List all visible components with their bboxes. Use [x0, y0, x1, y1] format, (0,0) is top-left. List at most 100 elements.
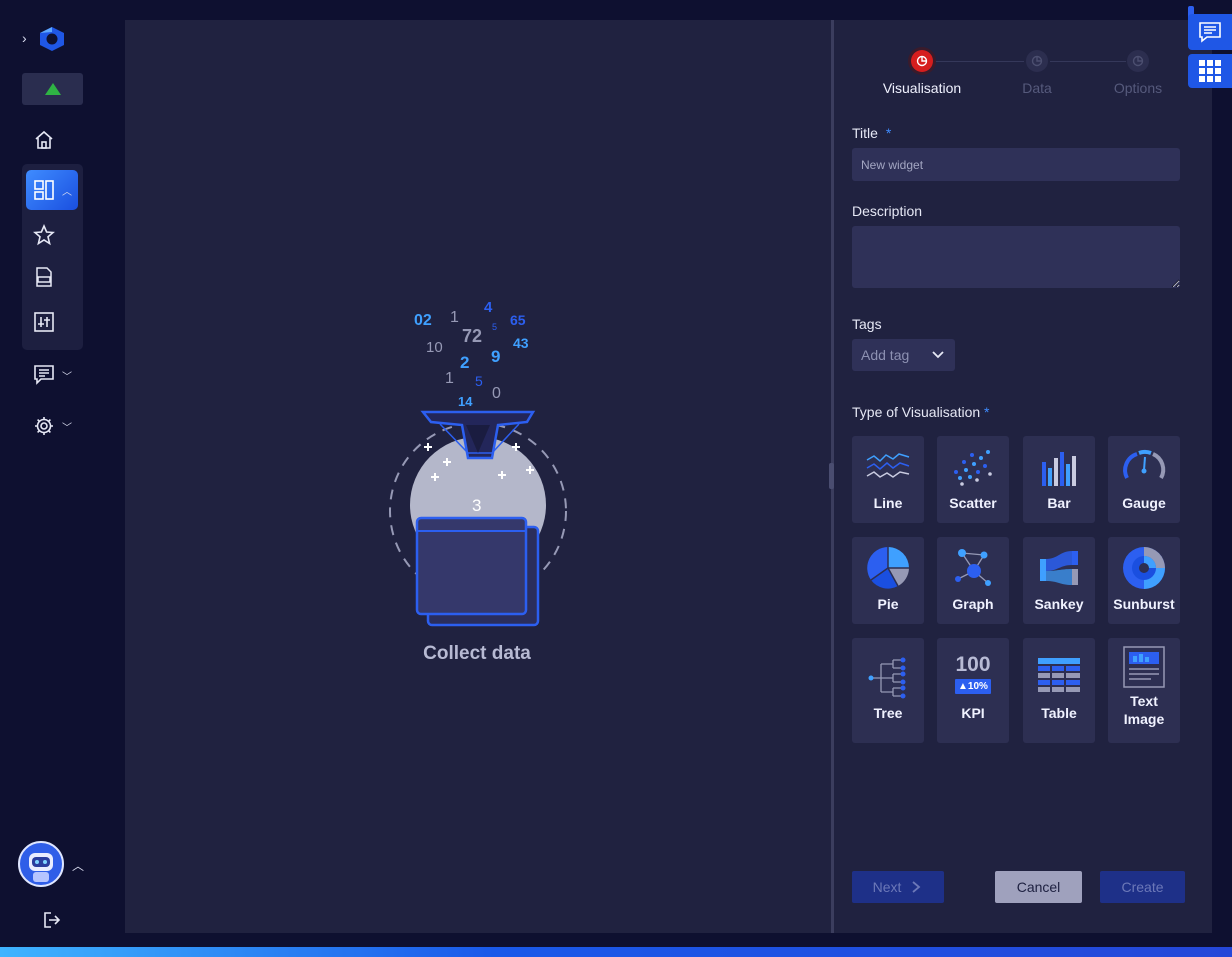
required-marker: *: [984, 404, 990, 420]
viz-type-line[interactable]: Line: [852, 436, 924, 523]
cancel-button[interactable]: Cancel: [995, 871, 1082, 903]
type-of-visualisation-label: Type of Visualisation *: [852, 404, 990, 420]
viz-type-text-image[interactable]: Text Image: [1108, 638, 1180, 743]
viz-type-label: KPI: [961, 705, 985, 721]
viz-type-label: Pie: [877, 596, 899, 612]
viz-type-table[interactable]: Table: [1023, 638, 1095, 743]
step-data[interactable]: Data: [1002, 50, 1072, 96]
viz-type-kpi[interactable]: 100 ▲10% KPI: [937, 638, 1009, 743]
viz-type-bar[interactable]: Bar: [1023, 436, 1095, 523]
title-label: Title *: [852, 125, 891, 141]
data-number: 5: [475, 373, 483, 389]
data-number: 43: [513, 335, 529, 351]
title-input[interactable]: [852, 148, 1180, 181]
viz-type-label: Gauge: [1122, 495, 1166, 511]
chevron-down-icon: [932, 351, 944, 359]
sliders-icon[interactable]: [32, 310, 56, 334]
viz-type-label: Sunburst: [1113, 596, 1175, 612]
result-number: 3: [472, 496, 481, 515]
data-number: 1: [445, 370, 454, 387]
viz-type-label: Tree: [873, 705, 903, 721]
viz-type-label: Bar: [1047, 495, 1071, 511]
next-button[interactable]: Next: [852, 871, 944, 903]
chevron-down-icon[interactable]: ﹀: [62, 368, 72, 383]
collect-data-illustration: 02 1 4 65 5 72 10 43 2 9 1 5 0 14 3: [389, 299, 567, 627]
viz-type-label: Table: [1041, 705, 1077, 721]
viz-type-scatter[interactable]: Scatter: [937, 436, 1009, 523]
step-label: Options: [1113, 80, 1163, 96]
data-number: 1: [450, 309, 459, 326]
data-number: 0: [492, 385, 501, 402]
data-number: 65: [510, 312, 526, 328]
logout-icon[interactable]: [40, 908, 64, 932]
step-label: Data: [1022, 80, 1052, 96]
avatar[interactable]: [18, 841, 64, 887]
home-icon[interactable]: [32, 128, 56, 152]
viz-type-graph[interactable]: Graph: [937, 537, 1009, 624]
kpi-icon: 100 ▲10%: [950, 654, 996, 700]
required-marker: *: [885, 125, 892, 141]
viz-type-gauge[interactable]: Gauge: [1108, 436, 1180, 523]
dashboard-icon: [32, 178, 56, 202]
collect-data-label: Collect data: [423, 643, 531, 664]
tree-icon: [868, 657, 906, 699]
viz-type-pie[interactable]: Pie: [852, 537, 924, 624]
description-textarea[interactable]: [852, 226, 1180, 288]
next-button-label: Next: [872, 879, 902, 895]
data-number: 5: [492, 322, 497, 332]
viz-type-tree[interactable]: Tree: [852, 638, 924, 743]
sidebar: › ︿ ﹀ ﹀ ︿: [0, 0, 104, 947]
app-logo[interactable]: [38, 26, 66, 52]
line-chart-icon: [866, 453, 910, 478]
kpi-value: 100: [955, 653, 991, 676]
scatter-chart-icon: [954, 450, 992, 486]
robot-icon: [29, 853, 53, 882]
raw-file-icon[interactable]: [32, 265, 56, 289]
reports-icon[interactable]: [32, 362, 56, 386]
chevron-down-icon[interactable]: ﹀: [62, 419, 72, 434]
pie-chart-icon: [867, 547, 909, 589]
chat-tool-button[interactable]: [1188, 14, 1232, 50]
chevron-up-icon[interactable]: ︿: [62, 183, 72, 198]
create-button[interactable]: Create: [1100, 871, 1185, 903]
table-icon: [1038, 658, 1080, 692]
sankey-icon: [1040, 551, 1078, 585]
data-number: 4: [484, 299, 493, 316]
viz-type-label: Text Image: [1123, 693, 1165, 727]
tags-label: Tags: [852, 316, 882, 332]
environment-indicator[interactable]: [22, 73, 83, 105]
graph-network-icon: [955, 549, 991, 586]
splitter-handle[interactable]: [829, 463, 834, 489]
star-icon[interactable]: [32, 223, 56, 247]
add-tag-dropdown[interactable]: Add tag: [852, 339, 955, 371]
viz-type-label: Sankey: [1034, 596, 1084, 612]
text-image-icon: [1123, 646, 1165, 688]
step-options[interactable]: Options: [1103, 50, 1173, 96]
kpi-delta-badge: ▲10%: [955, 679, 991, 694]
apps-tool-button[interactable]: [1188, 54, 1232, 88]
type-label-text: Type of Visualisation: [852, 404, 981, 420]
arrow-up-icon: [44, 83, 61, 95]
viz-type-sankey[interactable]: Sankey: [1023, 537, 1095, 624]
add-tag-label: Add tag: [861, 347, 910, 363]
step-visualisation[interactable]: Visualisation: [872, 50, 972, 96]
expand-sidebar-icon[interactable]: ›: [22, 30, 27, 46]
viz-type-label: Line: [873, 495, 903, 511]
bar-chart-icon: [1042, 452, 1076, 486]
bottom-accent-bar: [0, 947, 1232, 957]
data-number: 2: [460, 353, 469, 372]
options-step-icon: [1127, 50, 1149, 72]
viz-type-sunburst[interactable]: Sunburst: [1108, 537, 1180, 624]
sunburst-icon: [1123, 547, 1165, 589]
gear-icon[interactable]: [32, 414, 56, 438]
title-label-text: Title: [852, 125, 878, 141]
data-number: 10: [426, 339, 443, 356]
chevron-up-icon[interactable]: ︿: [72, 857, 84, 874]
chart-step-icon: [911, 50, 933, 72]
chevron-right-icon: [912, 881, 921, 893]
viz-type-label: Scatter: [949, 495, 997, 511]
description-label: Description: [852, 203, 923, 219]
gauge-icon: [1123, 449, 1166, 479]
chat-icon: [1199, 22, 1221, 43]
grid-icon: [1199, 60, 1221, 82]
